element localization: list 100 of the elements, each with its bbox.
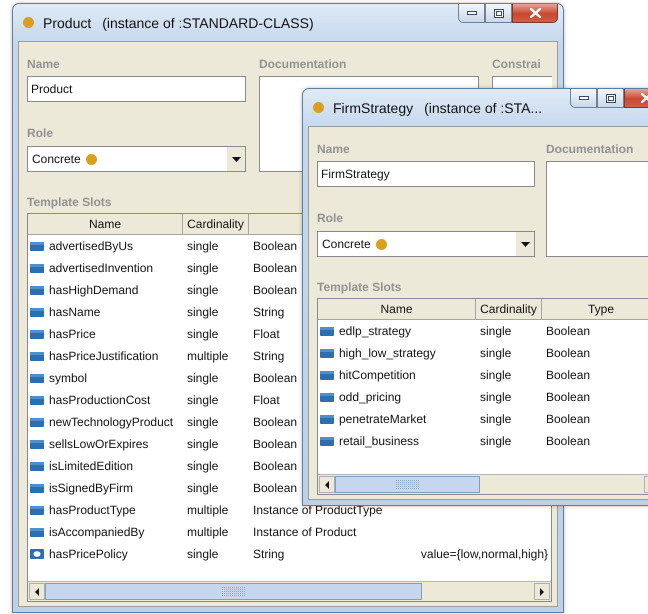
class-dot-icon bbox=[23, 17, 34, 28]
column-header[interactable]: Name bbox=[318, 299, 476, 320]
slot-icon bbox=[320, 414, 334, 424]
field-label: Role bbox=[27, 126, 54, 142]
maximize-icon bbox=[606, 94, 616, 102]
table-cell: value={low,normal,high} bbox=[420, 547, 548, 561]
table-cell: hasHighDemand bbox=[49, 283, 138, 297]
slot-icon bbox=[30, 242, 44, 250]
table-cell: single bbox=[187, 371, 218, 385]
maximize-button[interactable] bbox=[485, 4, 512, 23]
slot-icon bbox=[30, 462, 44, 470]
window-title: Product bbox=[43, 14, 92, 30]
minimize-button[interactable] bbox=[570, 89, 597, 108]
table-cell: single bbox=[187, 327, 218, 341]
table-cell: penetrateMarket bbox=[339, 412, 426, 426]
table-cell: Boolean bbox=[253, 261, 298, 275]
table-cell: Boolean bbox=[546, 368, 590, 382]
horizontal-scrollbar[interactable] bbox=[318, 474, 648, 494]
caret-icon bbox=[520, 242, 530, 246]
table-cell: sellsLowOrExpires bbox=[49, 437, 148, 451]
class-dot-icon bbox=[313, 102, 324, 113]
slot-icon bbox=[30, 549, 44, 559]
maximize-icon bbox=[494, 8, 504, 18]
scrollbar-thumb[interactable] bbox=[45, 583, 422, 600]
scroll-left-button[interactable] bbox=[319, 476, 335, 493]
maximize-button[interactable] bbox=[597, 89, 624, 108]
field-label: Name bbox=[27, 57, 61, 73]
table-cell: advertisedInvention bbox=[49, 261, 154, 275]
table-cell: single bbox=[187, 547, 218, 561]
table-cell: single bbox=[187, 283, 218, 297]
scrollbar-thumb[interactable] bbox=[335, 476, 480, 493]
table-cell: isSignedByFirm bbox=[49, 481, 134, 495]
table-cell: String bbox=[253, 547, 284, 561]
slot-icon bbox=[30, 264, 44, 272]
field-label: Documentation bbox=[259, 57, 348, 73]
name-field[interactable]: FirmStrategy bbox=[317, 161, 535, 187]
table-cell: single bbox=[187, 239, 218, 253]
table-cell: advertisedByUs bbox=[49, 239, 134, 253]
table-cell: single bbox=[480, 346, 512, 360]
table-cell: hasProductType bbox=[49, 503, 136, 517]
left-arrow-icon bbox=[35, 588, 39, 596]
documentation-field[interactable] bbox=[546, 161, 648, 257]
right-arrow-icon bbox=[540, 588, 544, 596]
table-cell: Boolean bbox=[546, 346, 590, 360]
table-cell: single bbox=[480, 434, 512, 448]
table-cell: hasPriceJustification bbox=[49, 349, 158, 363]
table-cell: Boolean bbox=[253, 459, 298, 473]
class-dot-icon bbox=[376, 238, 387, 250]
table-cell: single bbox=[480, 324, 512, 338]
table-cell: multiple bbox=[187, 503, 228, 517]
table-cell: odd_pricing bbox=[339, 390, 402, 404]
slot-icon bbox=[320, 348, 334, 358]
table-cell: String bbox=[253, 305, 284, 319]
table-cell: multiple bbox=[187, 349, 228, 363]
slot-icon bbox=[30, 308, 44, 316]
slot-icon bbox=[30, 484, 44, 492]
field-label: Documentation bbox=[546, 142, 634, 158]
table-cell: single bbox=[187, 261, 218, 275]
table-cell: newTechnologyProduct bbox=[49, 415, 174, 429]
table-cell: single bbox=[480, 368, 512, 382]
table-cell: Instance of Product bbox=[253, 525, 356, 539]
table-cell: Boolean bbox=[253, 481, 298, 495]
column-header[interactable]: Cardinality bbox=[476, 299, 542, 320]
field-label: Name bbox=[317, 142, 351, 158]
table-cell: Boolean bbox=[546, 434, 590, 448]
table-cell: single bbox=[187, 437, 218, 451]
slot-icon bbox=[30, 528, 44, 536]
table-cell: retail_business bbox=[339, 434, 420, 448]
table-cell: hitCompetition bbox=[339, 368, 416, 382]
grip-icon bbox=[222, 586, 246, 596]
table-cell: String bbox=[253, 349, 284, 363]
column-header[interactable]: Cardinality bbox=[183, 214, 249, 235]
table-cell: single bbox=[187, 415, 218, 429]
class-dot-icon bbox=[86, 154, 97, 164]
slot-icon bbox=[30, 374, 44, 382]
table-cell: isLimitedEdition bbox=[49, 459, 134, 473]
table-cell: Float bbox=[253, 393, 280, 407]
minimize-button[interactable] bbox=[458, 4, 485, 23]
name-field[interactable]: Product bbox=[27, 76, 246, 102]
grip-icon bbox=[396, 480, 420, 490]
caret-icon bbox=[232, 156, 240, 162]
scroll-left-button[interactable] bbox=[29, 583, 45, 600]
role-dropdown[interactable]: Concrete bbox=[317, 231, 535, 257]
slot-icon bbox=[320, 370, 334, 380]
field-label: Constrai bbox=[492, 57, 542, 73]
table-cell: single bbox=[480, 412, 512, 426]
horizontal-scrollbar[interactable] bbox=[28, 581, 551, 601]
column-header[interactable]: Name bbox=[28, 214, 183, 235]
scroll-right-button[interactable] bbox=[534, 583, 550, 600]
slot-icon bbox=[30, 352, 44, 360]
column-header[interactable]: Type bbox=[542, 299, 648, 320]
table-cell: single bbox=[187, 393, 218, 407]
table-cell: hasPricePolicy bbox=[49, 547, 128, 561]
slot-icon bbox=[30, 440, 44, 448]
table-cell: edlp_strategy bbox=[339, 324, 412, 338]
close-button[interactable] bbox=[512, 4, 558, 23]
table-cell: Boolean bbox=[253, 415, 298, 429]
table-cell: multiple bbox=[187, 525, 228, 539]
table-cell: Boolean bbox=[546, 324, 590, 338]
role-dropdown[interactable]: Concrete bbox=[27, 146, 246, 172]
